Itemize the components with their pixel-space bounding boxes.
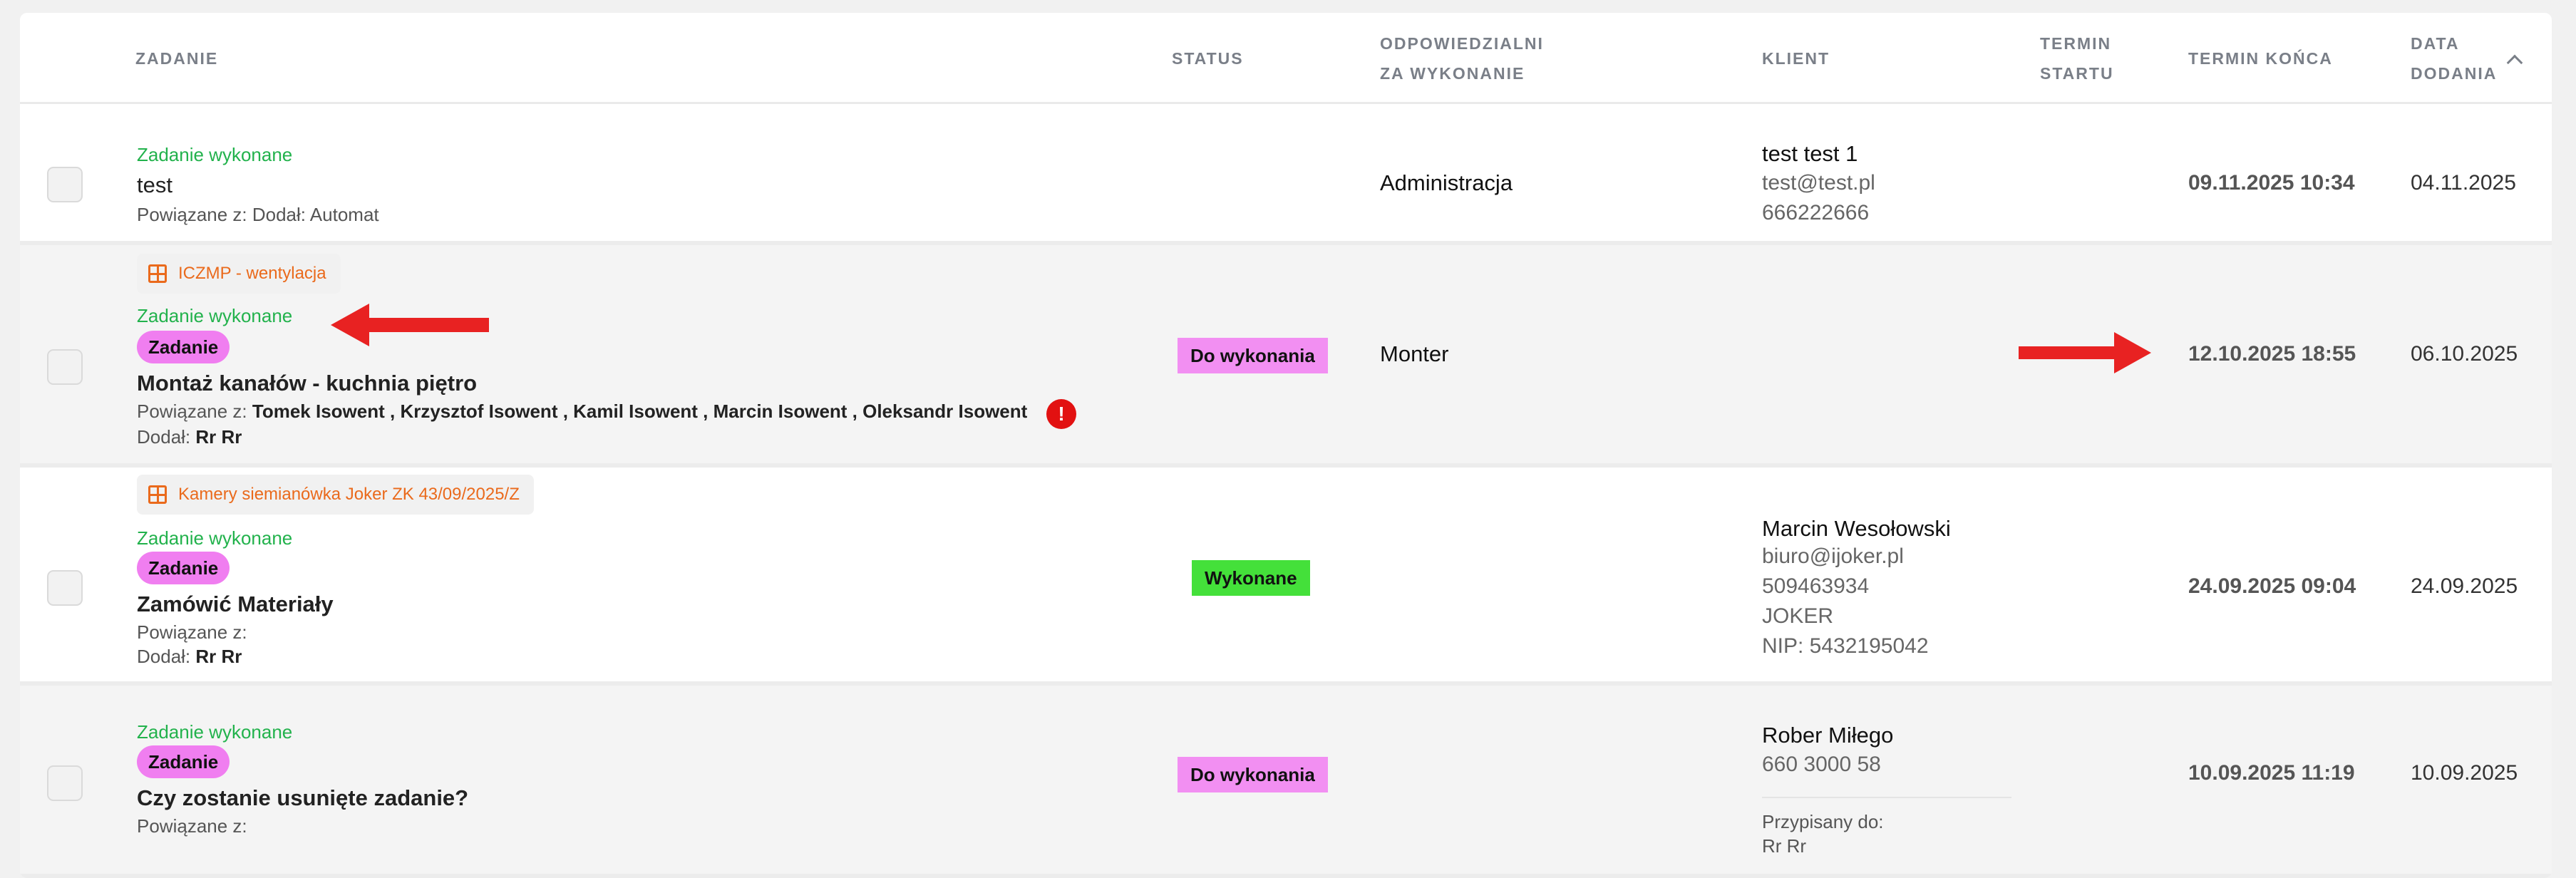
task-status-text: Zadanie wykonane	[137, 721, 293, 743]
task-linked: Powiązane z: Tomek Isowent , Krzysztof I…	[137, 401, 1027, 423]
task-status-text: Zadanie wykonane	[137, 305, 293, 326]
client-email[interactable]: test@test.pl	[1762, 171, 1875, 195]
header-responsible-line1[interactable]: ODPOWIEDZIALNI	[1380, 29, 1544, 58]
header-added-line1[interactable]: DATA	[2411, 29, 2459, 58]
task-added-by: Dodał: Rr Rr	[137, 646, 242, 668]
row-checkbox[interactable]	[47, 349, 83, 385]
end-date: 10.09.2025 11:19	[2188, 761, 2355, 785]
added-date: 04.11.2025	[2411, 171, 2516, 195]
client-email[interactable]: biuro@ijoker.pl	[1762, 544, 1904, 569]
task-title[interactable]: Czy zostanie usunięte zadanie?	[137, 785, 468, 811]
linked-people: Tomek Isowent , Krzysztof Isowent , Kami…	[252, 401, 1028, 422]
task-linked: Powiązane z:	[137, 815, 247, 837]
task-status-text: Zadanie wykonane	[137, 527, 293, 549]
task-linked: Powiązane z: Dodał: Automat	[137, 204, 379, 225]
header-task[interactable]: ZADANIE	[135, 43, 218, 73]
client-name[interactable]: test test 1	[1762, 141, 1858, 167]
annotation-arrow-right	[2019, 332, 2151, 373]
added-by-name: Rr Rr	[195, 426, 242, 448]
task-added-by: Dodał: Rr Rr	[137, 426, 242, 448]
task-title[interactable]: Montaż kanałów - kuchnia piętro	[137, 371, 477, 396]
header-status[interactable]: STATUS	[1172, 43, 1244, 73]
client-phone[interactable]: 666222666	[1762, 201, 1869, 225]
row-checkbox[interactable]	[47, 765, 83, 801]
added-by-label: Dodał:	[137, 646, 191, 667]
table-row[interactable]: ICZMP - wentylacja Zadanie wykonane Zada…	[20, 245, 2552, 468]
arrow-shape	[331, 304, 489, 346]
header-start-line1[interactable]: TERMIN	[2040, 29, 2111, 58]
task-type-tag: Zadanie	[137, 331, 230, 363]
header-added-line2: DODANIA	[2411, 64, 2498, 83]
task-type-tag: Zadanie	[137, 745, 230, 778]
end-date: 24.09.2025 09:04	[2188, 574, 2356, 598]
added-date: 24.09.2025	[2411, 574, 2518, 598]
table-row[interactable]: Zadanie wykonane Zadanie Czy zostanie us…	[20, 686, 2552, 878]
row-checkbox[interactable]	[47, 167, 83, 202]
added-by-name: Rr Rr	[195, 646, 242, 667]
task-title[interactable]: Zamówić Materiały	[137, 592, 334, 617]
status-badge[interactable]: Wykonane	[1192, 560, 1310, 596]
grid-icon	[148, 485, 167, 504]
end-date: 09.11.2025 10:34	[2188, 171, 2355, 195]
project-name: ICZMP - wentylacja	[178, 264, 326, 283]
client-nip: NIP: 5432195042	[1762, 634, 1929, 658]
client-divider	[1762, 797, 2011, 798]
table-header: ZADANIE STATUS ODPOWIEDZIALNI ZA WYKONAN…	[20, 13, 2552, 104]
grid-icon	[148, 264, 167, 283]
status-badge[interactable]: Do wykonania	[1178, 757, 1328, 792]
assigned-name: Rr Rr	[1762, 835, 1807, 857]
end-date: 12.10.2025 18:55	[2188, 342, 2356, 366]
arrow-shape	[2019, 332, 2151, 373]
added-by-label: Dodał:	[137, 426, 191, 448]
client-phone[interactable]: 509463934	[1762, 574, 1869, 599]
header-end[interactable]: TERMIN KOŃCA	[2188, 43, 2333, 73]
annotation-arrow-left	[331, 304, 489, 346]
task-status-text: Zadanie wykonane	[137, 144, 293, 165]
header-start-line2: STARTU	[2040, 64, 2114, 83]
linked-label: Powiązane z:	[137, 401, 247, 422]
client-name[interactable]: Rober Miłego	[1762, 723, 1893, 748]
header-responsible-line2: ZA WYKONANIE	[1380, 64, 1525, 83]
task-title[interactable]: test	[137, 172, 172, 198]
responsible: Monter	[1380, 341, 1449, 366]
client-phone[interactable]: 660 3000 58	[1762, 753, 1881, 777]
tasks-table: ZADANIE STATUS ODPOWIEDZIALNI ZA WYKONAN…	[20, 13, 2552, 878]
project-name: Kamery siemianówka Joker ZK 43/09/2025/Z	[178, 485, 520, 504]
added-date: 06.10.2025	[2411, 342, 2518, 366]
responsible: Administracja	[1380, 170, 1513, 195]
row-checkbox[interactable]	[47, 570, 83, 606]
task-type-tag: Zadanie	[137, 552, 230, 584]
table-row[interactable]: Zadanie wykonane test Powiązane z: Dodał…	[20, 104, 2552, 245]
added-date: 10.09.2025	[2411, 761, 2518, 785]
header-client[interactable]: KLIENT	[1762, 43, 1830, 73]
assigned-label: Przypisany do:	[1762, 811, 1884, 832]
status-badge[interactable]: Do wykonania	[1178, 338, 1328, 373]
project-badge[interactable]: Kamery siemianówka Joker ZK 43/09/2025/Z	[137, 475, 534, 515]
project-badge[interactable]: ICZMP - wentylacja	[137, 254, 341, 294]
client-name[interactable]: Marcin Wesołowski	[1762, 516, 1951, 542]
exclamation-icon[interactable]: !	[1046, 399, 1076, 429]
task-linked: Powiązane z:	[137, 621, 247, 643]
client-company: JOKER	[1762, 604, 1834, 628]
chevron-up-icon[interactable]	[2506, 54, 2523, 71]
table-row[interactable]: Kamery siemianówka Joker ZK 43/09/2025/Z…	[20, 468, 2552, 686]
